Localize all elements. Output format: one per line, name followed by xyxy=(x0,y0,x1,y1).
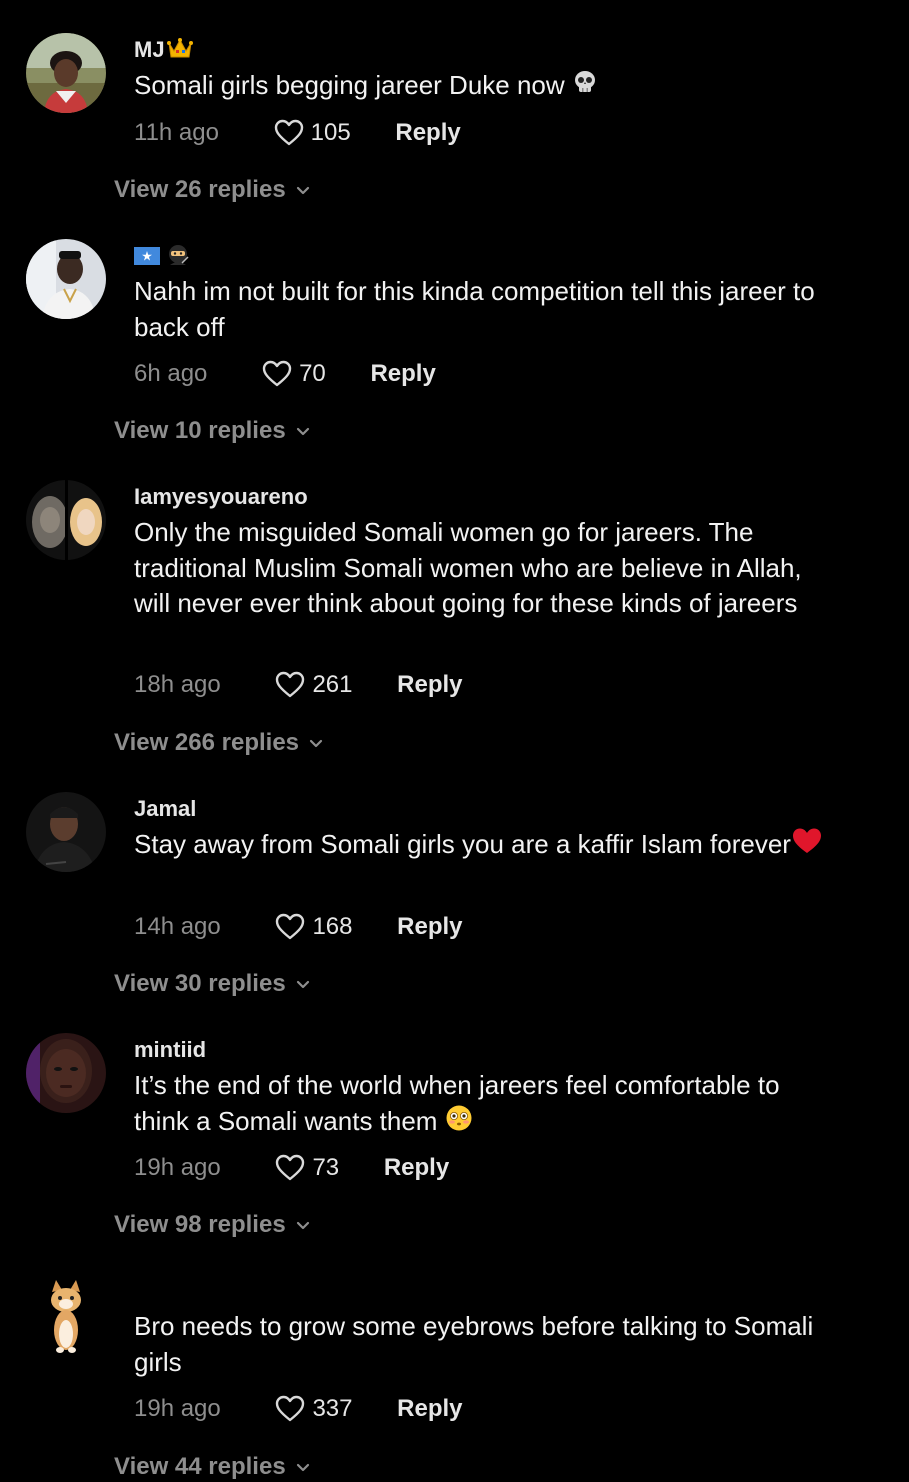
view-replies-button[interactable]: View 266 replies xyxy=(114,728,323,758)
view-replies-label[interactable]: View 10 replies xyxy=(114,417,286,444)
view-replies-label[interactable]: View 44 replies xyxy=(114,1453,286,1480)
comment-username[interactable]: MJ xyxy=(134,37,193,65)
avatar[interactable] xyxy=(26,33,106,113)
heart-icon[interactable] xyxy=(274,119,304,146)
comment-timestamp: 18h ago xyxy=(134,671,221,698)
avatar[interactable] xyxy=(26,239,106,319)
red-heart-emoji-icon xyxy=(791,827,823,865)
chevron-down-icon[interactable] xyxy=(296,1451,310,1481)
reply-button[interactable]: Reply xyxy=(397,670,462,700)
chevron-down-icon[interactable] xyxy=(296,174,310,204)
comment-body: Somali girls begging jareer Duke now xyxy=(134,70,565,100)
skull-emoji-icon xyxy=(572,69,598,105)
like-button[interactable]: 261 xyxy=(275,670,352,700)
comment-text: Bro needs to grow some eyebrows before t… xyxy=(134,1309,834,1380)
comment-timestamp: 19h ago xyxy=(134,1395,221,1422)
comment-timestamp: 19h ago xyxy=(134,1154,221,1181)
reply-button[interactable]: Reply xyxy=(395,118,460,148)
comment-text: Stay away from Somali girls you are a ka… xyxy=(134,827,834,865)
chevron-down-icon[interactable] xyxy=(296,1209,310,1239)
ninja-emoji-icon xyxy=(166,243,190,273)
view-replies-label[interactable]: View 266 replies xyxy=(114,729,299,756)
comment-text: It’s the end of the world when jareers f… xyxy=(134,1068,834,1141)
view-replies-button[interactable]: View 10 replies xyxy=(114,416,310,446)
chevron-down-icon[interactable] xyxy=(296,415,310,445)
heart-icon[interactable] xyxy=(275,1395,305,1422)
view-replies-button[interactable]: View 30 replies xyxy=(114,969,310,999)
like-count: 261 xyxy=(312,671,353,698)
comment-text: Only the misguided Somali women go for j… xyxy=(134,515,834,622)
username-text[interactable]: Iamyesyouareno xyxy=(134,484,308,509)
comment-meta: 6h ago 70 Reply xyxy=(134,359,436,389)
avatar[interactable] xyxy=(26,1274,106,1354)
comment-username[interactable] xyxy=(134,243,190,273)
reply-button[interactable]: Reply xyxy=(397,1394,462,1424)
like-button[interactable]: 168 xyxy=(275,912,352,942)
username-text[interactable]: MJ xyxy=(134,37,165,62)
like-button[interactable]: 73 xyxy=(275,1153,339,1183)
view-replies-button[interactable]: View 44 replies xyxy=(114,1452,310,1482)
view-replies-button[interactable]: View 26 replies xyxy=(114,175,310,205)
view-replies-button[interactable]: View 98 replies xyxy=(114,1210,310,1240)
comment-meta: 19h ago 337 Reply xyxy=(134,1394,463,1424)
avatar[interactable] xyxy=(26,1033,106,1113)
somalia-flag-icon xyxy=(134,245,160,271)
comment-meta: 14h ago 168 Reply xyxy=(134,912,463,942)
avatar[interactable] xyxy=(26,480,106,560)
comment-text: Somali girls begging jareer Duke now xyxy=(134,68,834,105)
like-count: 168 xyxy=(312,913,353,940)
comment-body: Only the misguided Somali women go for j… xyxy=(134,517,802,618)
chevron-down-icon[interactable] xyxy=(309,727,323,757)
heart-icon[interactable] xyxy=(275,1154,305,1181)
like-button[interactable]: 337 xyxy=(275,1394,352,1424)
like-count: 105 xyxy=(310,119,351,146)
heart-icon[interactable] xyxy=(275,671,305,698)
heart-icon[interactable] xyxy=(262,360,292,387)
avatar[interactable] xyxy=(26,792,106,872)
username-text[interactable]: mintiid xyxy=(134,1037,206,1062)
comment-meta: 11h ago 105 Reply xyxy=(134,118,461,148)
reply-button[interactable]: Reply xyxy=(397,912,462,942)
comment-timestamp: 6h ago xyxy=(134,360,208,387)
heart-icon[interactable] xyxy=(275,913,305,940)
like-count: 337 xyxy=(312,1395,353,1422)
comment-text: Nahh im not built for this kinda competi… xyxy=(134,274,834,345)
like-button[interactable]: 70 xyxy=(262,359,326,389)
comment-username[interactable]: mintiid xyxy=(134,1037,206,1063)
view-replies-label[interactable]: View 30 replies xyxy=(114,970,286,997)
comment-body: Stay away from Somali girls you are a ka… xyxy=(134,829,791,859)
comment-meta: 19h ago 73 Reply xyxy=(134,1153,449,1183)
chevron-down-icon[interactable] xyxy=(296,968,310,998)
view-replies-label[interactable]: View 98 replies xyxy=(114,1211,286,1238)
reply-button[interactable]: Reply xyxy=(370,359,435,389)
comment-body: Nahh im not built for this kinda competi… xyxy=(134,276,815,342)
comment-username[interactable]: Iamyesyouareno xyxy=(134,484,308,510)
comment-username[interactable]: Jamal xyxy=(134,796,196,822)
crown-emoji-icon xyxy=(166,37,193,65)
comment-body: Bro needs to grow some eyebrows before t… xyxy=(134,1311,814,1377)
like-count: 73 xyxy=(312,1154,340,1181)
like-button[interactable]: 105 xyxy=(274,118,351,148)
like-count: 70 xyxy=(299,360,326,387)
username-text[interactable]: Jamal xyxy=(134,796,196,821)
comment-timestamp: 11h ago xyxy=(134,119,219,146)
comment-meta: 18h ago 261 Reply xyxy=(134,670,463,700)
reply-button[interactable]: Reply xyxy=(384,1153,449,1183)
view-replies-label[interactable]: View 26 replies xyxy=(114,176,286,203)
comment-timestamp: 14h ago xyxy=(134,913,221,940)
flushed-face-emoji-icon xyxy=(445,1104,473,1142)
